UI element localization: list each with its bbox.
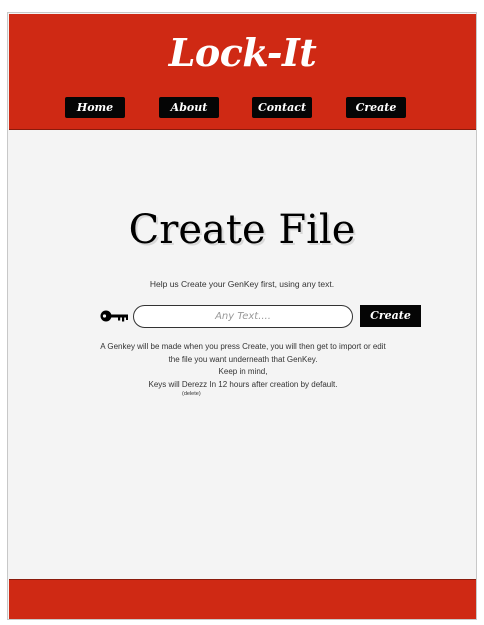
info-line: A Genkey will be made when you press Cre…: [100, 342, 386, 351]
genkey-text-input[interactable]: [133, 305, 353, 328]
create-button[interactable]: Create: [360, 305, 421, 327]
nav-contact-button[interactable]: Contact: [252, 97, 312, 118]
delete-link[interactable]: (delete): [182, 391, 201, 397]
page-frame: Lock-It Home About Contact Create Create…: [7, 12, 477, 620]
nav-home-button[interactable]: Home: [65, 97, 125, 118]
info-line: the file you want underneath that GenKey…: [168, 354, 318, 364]
nav-about-button[interactable]: About: [159, 97, 219, 118]
nav-create-button[interactable]: Create: [346, 97, 406, 118]
site-header: Lock-It Home About Contact Create: [9, 14, 476, 130]
site-title: Lock-It: [168, 30, 317, 75]
site-footer: [9, 579, 476, 619]
key-icon: [100, 310, 128, 322]
info-line: Keys will Derezz In 12 hours after creat…: [148, 379, 338, 389]
genkey-info: A Genkey will be made when you press Cre…: [68, 341, 418, 391]
info-line: Keep in mind,: [218, 367, 268, 376]
page-title: Create File: [128, 207, 356, 253]
help-text: Help us Create your GenKey first, using …: [149, 279, 335, 289]
